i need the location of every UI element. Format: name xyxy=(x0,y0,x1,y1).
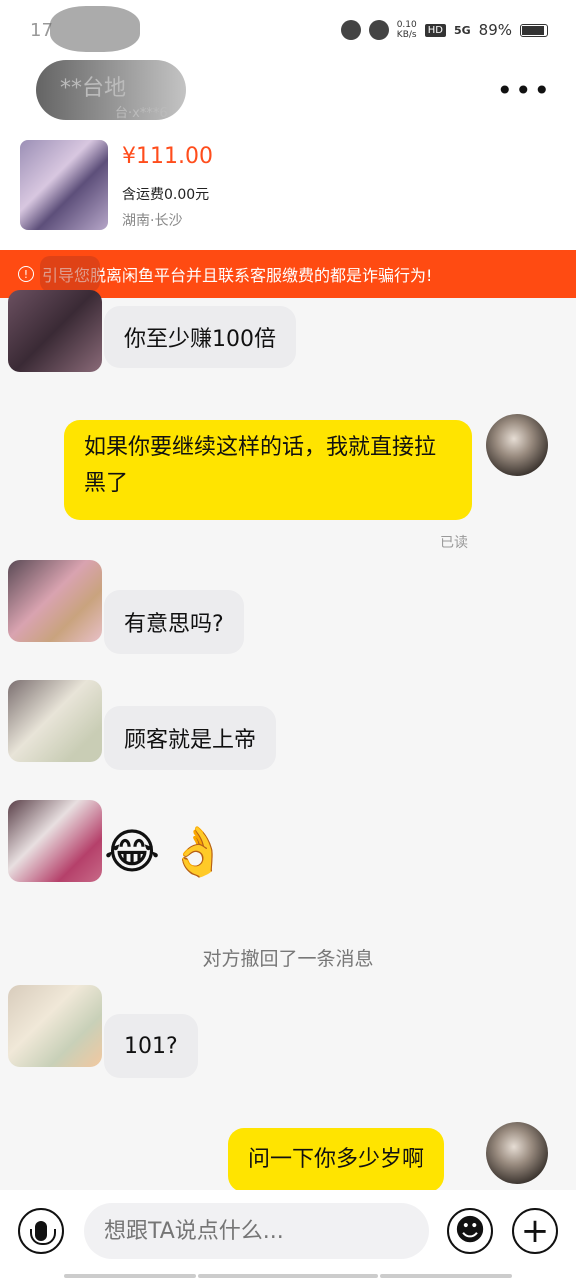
ok-hand-emoji: 👌 xyxy=(168,824,228,880)
redaction-smudge xyxy=(50,6,140,52)
message-bubble-received: 你至少赚100倍 xyxy=(104,306,296,368)
nav-indicator xyxy=(198,1274,378,1278)
nav-indicator xyxy=(380,1274,512,1278)
message-bubble-sent: 如果你要继续这样的话，我就直接拉黑了 xyxy=(64,420,472,520)
system-message: 对方撤回了一条消息 xyxy=(202,948,374,970)
warning-icon: ! xyxy=(18,266,34,282)
alarm-icon xyxy=(340,20,361,40)
voice-input-button[interactable] xyxy=(18,1208,64,1254)
microphone-icon xyxy=(30,1221,56,1245)
seller-subtitle: 台·x***6 xyxy=(115,106,168,121)
seller-name: **台地 xyxy=(60,76,127,101)
avatar[interactable] xyxy=(8,560,102,642)
crying-laughing-emoji: 😂 xyxy=(104,824,161,880)
avatar[interactable] xyxy=(8,680,102,762)
status-icons: 0.10 KB/s HD 5G 89% xyxy=(340,20,548,40)
battery-percent: 89% xyxy=(478,21,512,39)
network-speed: 0.10 KB/s xyxy=(397,20,417,40)
product-price: ¥111.00 xyxy=(122,144,213,169)
chat-header: **台地 台·x***6 ••• ¥111.00 含运费0.00元 湖南·长沙 xyxy=(0,60,576,250)
avatar[interactable] xyxy=(8,985,102,1067)
warning-text: 引导您脱离闲鱼平台并且联系客服缴费的都是诈骗行为! xyxy=(42,266,433,285)
avatar[interactable] xyxy=(8,800,102,882)
network-speed-unit: KB/s xyxy=(396,30,417,40)
more-actions-button[interactable]: + xyxy=(512,1208,558,1254)
message-bubble-received: 顾客就是上帝 xyxy=(104,706,277,770)
avatar[interactable] xyxy=(486,1122,548,1184)
plus-icon: + xyxy=(520,1211,550,1251)
signal-icon: 5G xyxy=(453,23,471,37)
message-input-bar: ☻ + xyxy=(0,1190,576,1280)
product-shipping: 含运费0.00元 xyxy=(122,187,210,203)
message-bubble-received: 101? xyxy=(104,1014,198,1078)
emoji-button[interactable]: ☻ xyxy=(447,1208,493,1254)
avatar[interactable] xyxy=(8,290,102,372)
redaction-smudge xyxy=(40,256,100,292)
hd-badge: HD xyxy=(424,23,446,37)
message-bubble-received: 有意思吗? xyxy=(104,590,244,654)
read-status: 已读 xyxy=(440,535,468,551)
smiley-icon: ☻ xyxy=(454,1213,486,1248)
product-location: 湖南·长沙 xyxy=(122,213,183,229)
avatar[interactable] xyxy=(486,414,548,476)
network-speed-value: 0.10 xyxy=(396,20,417,30)
message-bubble-sent: 问一下你多少岁啊 xyxy=(228,1128,445,1192)
more-options-button[interactable]: ••• xyxy=(496,74,552,107)
status-bar: 17 0.10 KB/s HD 5G 89% xyxy=(0,0,576,60)
product-thumbnail[interactable] xyxy=(20,140,108,230)
mute-icon xyxy=(368,20,389,40)
battery-icon xyxy=(520,23,548,37)
nav-indicator xyxy=(64,1274,196,1278)
message-input[interactable] xyxy=(84,1203,429,1259)
